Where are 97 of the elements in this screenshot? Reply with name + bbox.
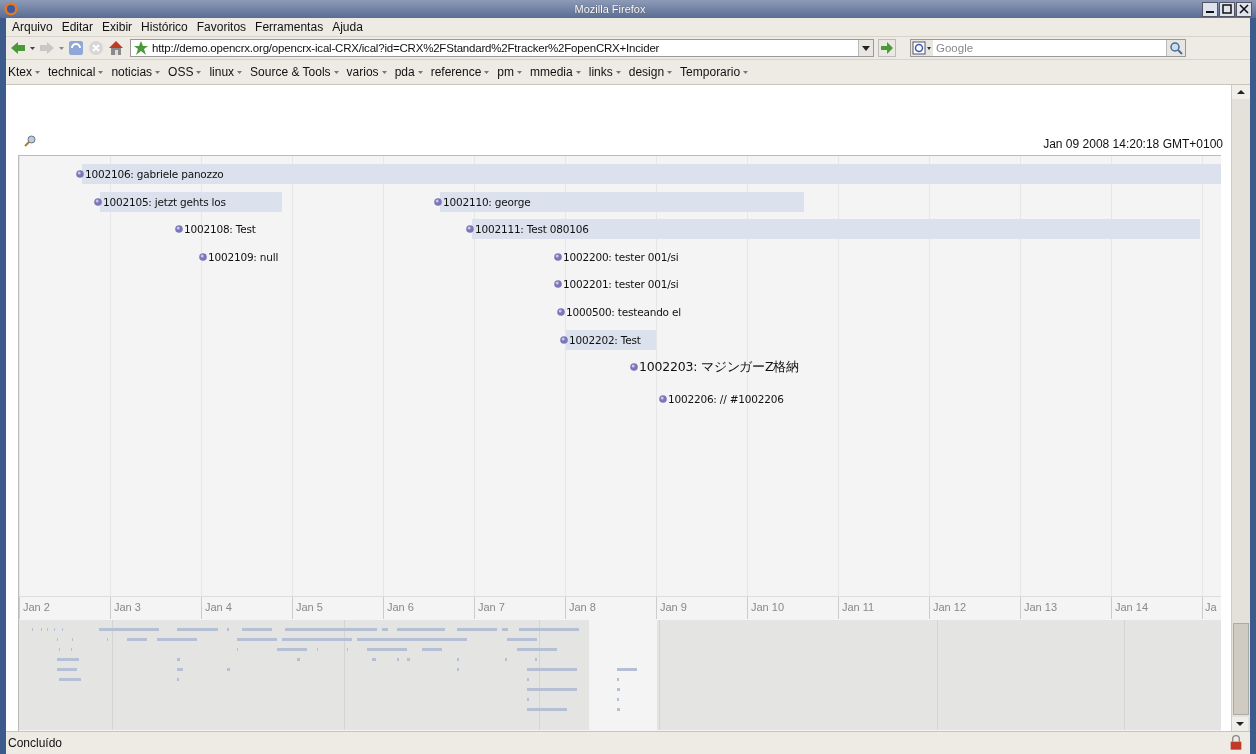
caret-icon bbox=[35, 69, 40, 75]
event-label[interactable]: 1000500: testeando el bbox=[566, 306, 681, 318]
caret-icon bbox=[333, 69, 339, 75]
reload-icon[interactable] bbox=[68, 40, 84, 56]
magnifier-icon[interactable] bbox=[24, 135, 36, 147]
minimize-icon bbox=[1206, 11, 1214, 13]
event-dot-icon[interactable] bbox=[466, 225, 474, 234]
event-dot-icon[interactable] bbox=[175, 225, 183, 234]
event-label[interactable]: 1002200: tester 001/si bbox=[563, 250, 679, 263]
bookmark-folder[interactable]: pda bbox=[394, 65, 423, 79]
go-arrow-icon[interactable] bbox=[878, 39, 896, 57]
caret-icon bbox=[484, 69, 490, 75]
bookmark-folder[interactable]: Ktex bbox=[8, 65, 40, 79]
caret-icon bbox=[575, 69, 581, 75]
event-dot-icon[interactable] bbox=[554, 252, 562, 261]
date-label: Jan 11 bbox=[838, 597, 929, 619]
menu-item[interactable]: Favoritos bbox=[196, 20, 247, 34]
scrollbar[interactable] bbox=[1231, 85, 1250, 731]
address-field[interactable]: http://demo.opencrx.org/opencrx-ical-CRX/ical?id=CRX%2FStandard%2Ftracker%2FopenCRX+Incider bbox=[130, 39, 874, 57]
menu-item[interactable]: Ferramentas bbox=[255, 20, 324, 34]
search-icon[interactable] bbox=[1166, 40, 1185, 56]
caret-icon bbox=[743, 69, 749, 75]
date-label: Jan 10 bbox=[747, 597, 838, 619]
event-dot-icon[interactable] bbox=[557, 308, 565, 316]
caret-icon bbox=[196, 69, 202, 75]
search-field[interactable]: Google bbox=[933, 42, 1166, 54]
event-dot-icon[interactable] bbox=[199, 252, 207, 261]
close-button[interactable] bbox=[1236, 1, 1252, 17]
caret-icon[interactable] bbox=[30, 45, 35, 51]
menu-item[interactable]: Histórico bbox=[141, 20, 188, 34]
date-label: Jan 2 bbox=[19, 597, 110, 619]
event-dot-icon[interactable] bbox=[94, 197, 102, 206]
event-label[interactable]: 1002206: // #1002206 bbox=[668, 392, 784, 405]
date-label: Jan 12 bbox=[929, 597, 1020, 619]
maximize-icon bbox=[1222, 4, 1232, 14]
date-label: Ja bbox=[1202, 597, 1218, 619]
date-label: Jan 7 bbox=[474, 597, 565, 619]
window-title: Mozilla Firefox bbox=[573, 3, 647, 15]
star-icon bbox=[133, 40, 149, 56]
date-label: Jan 5 bbox=[292, 597, 383, 619]
event-label[interactable]: 1002201: tester 001/si bbox=[563, 278, 679, 291]
date-label: Jan 14 bbox=[1111, 597, 1202, 619]
event-dot-icon[interactable] bbox=[560, 335, 568, 344]
event-label[interactable]: 1002111: Test 080106 bbox=[475, 223, 589, 236]
bookmark-folder[interactable]: reference bbox=[430, 65, 490, 79]
globe-icon bbox=[4, 2, 18, 16]
bookmark-folder[interactable]: linux bbox=[209, 65, 243, 79]
date-label: Jan 13 bbox=[1020, 597, 1111, 619]
date-label: Jan 3 bbox=[110, 597, 201, 619]
bookmark-folder[interactable]: noticias bbox=[111, 65, 161, 79]
close-icon bbox=[1239, 4, 1249, 14]
event-label[interactable]: 1002110: george bbox=[443, 195, 531, 208]
bookmark-folder[interactable]: Temporario bbox=[680, 65, 749, 79]
event-label[interactable]: 1002109: null bbox=[208, 250, 279, 263]
bookmark-folder[interactable]: design bbox=[628, 65, 673, 79]
search-box[interactable]: Google bbox=[910, 39, 1186, 57]
date-label: Jan 8 bbox=[565, 597, 656, 619]
lock-icon bbox=[1228, 735, 1244, 751]
event-label[interactable]: 1002203: マジンガーZ格納 bbox=[639, 358, 800, 376]
bookmark-folder[interactable]: mmedia bbox=[530, 65, 581, 79]
caret-icon bbox=[155, 69, 161, 75]
bookmark-folder[interactable]: varios bbox=[346, 65, 387, 79]
status-text: Concluído bbox=[8, 736, 63, 750]
event-dot-icon[interactable] bbox=[554, 280, 562, 289]
caret-icon bbox=[417, 69, 423, 75]
event-label[interactable]: 1002105: jetzt gehts los bbox=[103, 195, 226, 208]
event-dot-icon[interactable] bbox=[659, 394, 667, 403]
event-dot-icon[interactable] bbox=[434, 197, 442, 206]
bookmark-folder[interactable]: Source & Tools bbox=[250, 65, 339, 79]
timestamp: Jan 09 2008 14:20:18 GMT+0100 bbox=[1043, 137, 1223, 151]
caret-icon bbox=[667, 69, 673, 75]
event-dot-icon[interactable] bbox=[630, 363, 638, 372]
minimize-button[interactable] bbox=[1202, 1, 1218, 17]
bookmark-folder[interactable]: technical bbox=[48, 65, 104, 79]
date-label: Jan 9 bbox=[656, 597, 747, 619]
search-engine-icon[interactable] bbox=[911, 40, 933, 56]
bookmark-folder[interactable]: links bbox=[588, 65, 621, 79]
maximize-button[interactable] bbox=[1219, 1, 1235, 17]
caret-icon bbox=[98, 69, 104, 75]
menu-item[interactable]: Arquivo bbox=[12, 20, 53, 34]
date-label: Jan 6 bbox=[383, 597, 474, 619]
home-icon[interactable] bbox=[108, 40, 124, 56]
menu-item[interactable]: Editar bbox=[61, 20, 94, 34]
scrollbar-thumb[interactable] bbox=[1233, 623, 1249, 715]
bookmark-folder[interactable]: pm bbox=[497, 65, 523, 79]
caret-icon bbox=[237, 69, 243, 75]
bookmark-folder[interactable]: OSS bbox=[168, 65, 202, 79]
event-label[interactable]: 1002108: Test bbox=[184, 223, 256, 236]
caret-icon bbox=[615, 69, 621, 75]
date-label: Jan 4 bbox=[201, 597, 292, 619]
event-dot-icon[interactable] bbox=[76, 170, 84, 178]
menu-item[interactable]: Exibir bbox=[102, 20, 133, 34]
caret-icon bbox=[517, 69, 523, 75]
caret-icon bbox=[381, 69, 387, 75]
menu-item[interactable]: Ajuda bbox=[332, 20, 363, 34]
event-label[interactable]: 1002202: Test bbox=[569, 333, 641, 346]
event-label[interactable]: 1002106: gabriele panozzo bbox=[85, 168, 224, 180]
